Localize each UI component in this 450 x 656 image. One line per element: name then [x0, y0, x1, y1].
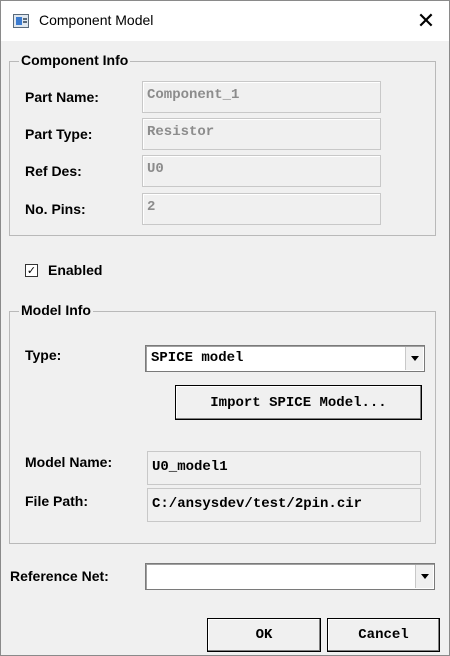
type-label: Type:	[25, 347, 62, 363]
model-name-field[interactable]: U0_model1	[147, 451, 421, 485]
enabled-label[interactable]: Enabled	[48, 262, 102, 278]
window-title: Component Model	[39, 12, 154, 28]
ref-des-field: U0	[142, 155, 381, 187]
title-bar: Component Model ✕	[1, 1, 449, 41]
model-name-label: Model Name:	[25, 454, 113, 470]
ref-des-label: Ref Des:	[25, 163, 82, 179]
model-type-select[interactable]: SPICE model	[145, 345, 425, 372]
enabled-checkbox[interactable]: ✓	[25, 264, 38, 277]
model-info-legend: Model Info	[19, 302, 93, 318]
component-model-dialog: Component Model ✕ Component Info Part Na…	[0, 0, 450, 656]
no-pins-label: No. Pins:	[25, 201, 86, 217]
ok-button[interactable]: OK	[207, 618, 321, 652]
part-name-field: Component_1	[142, 81, 381, 113]
chevron-down-icon[interactable]	[415, 565, 433, 588]
cancel-button[interactable]: Cancel	[327, 618, 440, 652]
model-type-value: SPICE model	[151, 350, 244, 366]
no-pins-field: 2	[142, 193, 381, 225]
part-name-label: Part Name:	[25, 89, 99, 105]
part-type-field: Resistor	[142, 118, 381, 150]
app-window-icon	[13, 14, 29, 28]
file-path-label: File Path:	[25, 493, 89, 509]
component-info-legend: Component Info	[19, 52, 131, 68]
reference-net-select[interactable]	[145, 563, 435, 590]
file-path-field[interactable]: C:/ansysdev/test/2pin.cir	[147, 488, 421, 522]
close-button[interactable]: ✕	[403, 1, 449, 41]
part-type-label: Part Type:	[25, 126, 93, 142]
import-spice-model-button[interactable]: Import SPICE Model...	[175, 385, 422, 420]
chevron-down-icon[interactable]	[405, 347, 423, 370]
reference-net-label: Reference Net:	[10, 568, 109, 584]
close-icon: ✕	[416, 8, 436, 34]
